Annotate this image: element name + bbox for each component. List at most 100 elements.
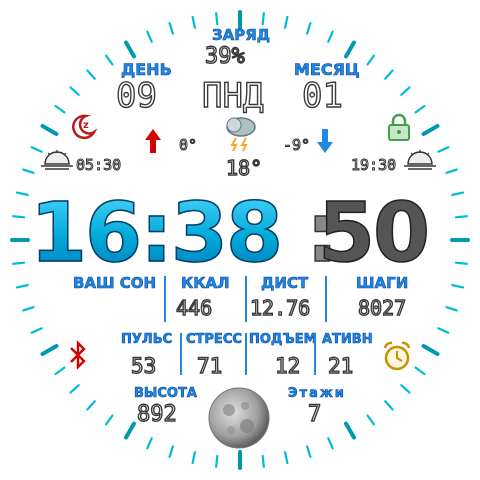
kcal-label[interactable]: ККАЛ	[181, 274, 230, 293]
sleep-moon-icon[interactable]: z	[68, 112, 98, 142]
ascent-value: 12	[274, 353, 301, 378]
sunset-time: 19:30	[350, 156, 397, 175]
bluetooth-icon[interactable]	[68, 340, 88, 370]
minor-tick	[445, 168, 458, 175]
minor-tick	[168, 445, 175, 458]
minor-tick	[284, 15, 289, 29]
divider	[245, 276, 247, 322]
pulse-label[interactable]: ПУЛЬС	[121, 332, 173, 348]
moon-phase-icon	[208, 387, 270, 449]
ascent-label[interactable]: ПОДЪЕМ	[249, 332, 317, 348]
minor-tick	[168, 22, 175, 35]
battery-label: ЗАРЯД	[212, 26, 271, 45]
weekday-value: ПНД	[201, 75, 264, 116]
divider	[245, 333, 247, 375]
steps-value: 8027	[357, 295, 407, 320]
major-tick	[40, 344, 59, 356]
minor-tick	[437, 327, 450, 334]
minor-tick	[261, 12, 265, 26]
divider	[314, 333, 316, 375]
minor-tick	[146, 30, 153, 43]
minor-tick	[12, 261, 26, 265]
minor-tick	[215, 12, 219, 26]
minor-tick	[366, 414, 376, 426]
major-tick	[421, 124, 440, 136]
sunrise-time: 05:30	[75, 156, 122, 175]
minor-tick	[454, 215, 468, 219]
floors-label[interactable]: Этажи	[288, 386, 346, 402]
altitude-label[interactable]: ВЫСОТА	[134, 386, 198, 402]
minor-tick	[191, 15, 196, 29]
temp-high: -9°	[282, 136, 311, 155]
minor-tick	[327, 30, 334, 43]
minor-tick	[22, 305, 35, 312]
minor-tick	[384, 69, 394, 80]
temp-current: 18°	[225, 155, 263, 180]
minor-tick	[69, 86, 80, 96]
major-tick	[344, 40, 356, 59]
minor-tick	[22, 168, 35, 175]
battery-value: 39%	[204, 43, 245, 69]
minor-tick	[305, 22, 312, 35]
divider	[164, 276, 166, 322]
minor-tick	[215, 454, 219, 468]
distance-value: 12.76	[249, 295, 311, 320]
minor-tick	[54, 366, 66, 376]
lock-icon[interactable]	[385, 112, 413, 142]
kcal-value: 446	[175, 295, 213, 320]
minor-tick	[445, 305, 458, 312]
minor-tick	[414, 104, 426, 114]
time-seconds: 50	[317, 185, 431, 282]
minor-tick	[104, 54, 114, 66]
day-value: 09	[115, 75, 157, 116]
time-hours-minutes: 16:38	[29, 185, 284, 282]
minor-tick	[384, 400, 394, 411]
divider	[180, 333, 182, 375]
minor-tick	[54, 104, 66, 114]
sunrise-icon	[41, 150, 73, 170]
minor-tick	[12, 215, 26, 219]
minor-tick	[451, 191, 465, 196]
floors-value: 7	[307, 401, 322, 427]
sunset-icon	[404, 150, 436, 170]
stress-value: 71	[196, 353, 223, 378]
major-tick	[344, 421, 356, 440]
major-tick	[421, 344, 440, 356]
minor-tick	[86, 400, 96, 411]
steps-label[interactable]: ШАГИ	[356, 274, 409, 293]
thunder-cloud-icon	[226, 117, 256, 152]
major-tick	[40, 124, 59, 136]
watch-face: ЗАРЯД 39% ДЕНЬ 09 ПНД МЕСЯЦ 01 z 0° 18° …	[0, 0, 480, 480]
minor-tick	[437, 146, 450, 153]
active-value: 21	[327, 353, 354, 378]
major-tick	[124, 421, 136, 440]
temp-low: 0°	[178, 136, 198, 155]
distance-label[interactable]: ДИСТ	[261, 274, 309, 293]
active-label[interactable]: АТИВН	[322, 332, 373, 348]
pulse-value: 53	[130, 353, 157, 378]
altitude-value: 892	[136, 401, 177, 427]
arrow-down-icon	[317, 129, 333, 153]
minor-tick	[414, 366, 426, 376]
minor-tick	[15, 191, 29, 196]
minor-tick	[400, 384, 411, 394]
stress-label[interactable]: СТРЕСС	[186, 332, 243, 348]
month-value: 01	[301, 75, 343, 116]
minor-tick	[327, 437, 334, 450]
arrow-up-icon	[145, 129, 161, 153]
minor-tick	[191, 451, 196, 465]
minor-tick	[261, 454, 265, 468]
svg-text:z: z	[83, 120, 89, 131]
minor-tick	[400, 86, 411, 96]
minor-tick	[284, 451, 289, 465]
minor-tick	[454, 261, 468, 265]
minor-tick	[15, 284, 29, 289]
major-tick	[124, 40, 136, 59]
minor-tick	[366, 54, 376, 66]
minor-tick	[86, 69, 96, 80]
minor-tick	[30, 327, 43, 334]
sleep-label[interactable]: ВАШ СОН	[73, 274, 157, 293]
alarm-clock-icon[interactable]	[382, 340, 412, 372]
minor-tick	[146, 437, 153, 450]
minor-tick	[305, 445, 312, 458]
